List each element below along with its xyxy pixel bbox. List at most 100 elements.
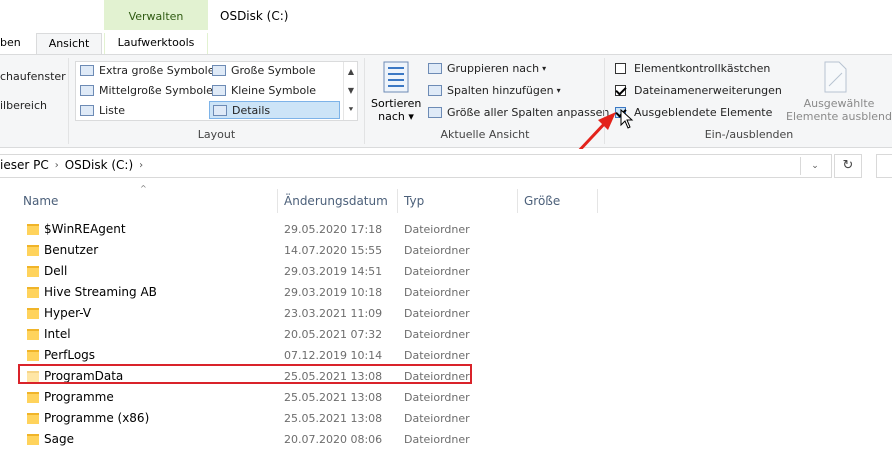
file-date: 23.03.2021 11:09 bbox=[284, 307, 383, 320]
folder-icon bbox=[27, 265, 39, 277]
column-header-size[interactable]: Größe bbox=[524, 189, 560, 213]
file-date: 25.05.2021 13:08 bbox=[284, 391, 383, 404]
file-date: 20.05.2021 07:32 bbox=[284, 328, 383, 341]
file-date: 29.05.2020 17:18 bbox=[284, 223, 383, 236]
file-type: Dateiordner bbox=[404, 244, 470, 257]
table-row[interactable]: Programme (x86) 25.05.2021 13:08 Dateior… bbox=[0, 408, 892, 429]
layout-extra-large-icons[interactable]: Extra große Symbole bbox=[80, 64, 214, 77]
chevron-right-icon[interactable]: › bbox=[55, 160, 59, 171]
layout-item-label: Große Symbole bbox=[231, 64, 316, 77]
file-extensions-toggle[interactable]: Dateinamenerweiterungen bbox=[615, 84, 782, 97]
add-columns-button[interactable]: Spalten hinzufügen ▾ bbox=[428, 84, 561, 97]
layout-details[interactable]: Details bbox=[209, 101, 340, 119]
table-row[interactable]: $WinREAgent 29.05.2020 17:18 Dateiordner bbox=[0, 219, 892, 240]
layout-item-label: Details bbox=[232, 103, 271, 117]
column-separator[interactable] bbox=[597, 189, 598, 213]
tab-share[interactable]: ben bbox=[0, 33, 30, 55]
file-name: Dell bbox=[44, 264, 68, 278]
gallery-scroll[interactable]: ▲ ▼ ⯆ bbox=[343, 62, 358, 120]
item-checkboxes-toggle[interactable]: Elementkontrollkästchen bbox=[615, 62, 770, 75]
folder-icon bbox=[27, 307, 39, 319]
gallery-more-icon[interactable]: ⯆ bbox=[344, 100, 358, 119]
breadcrumb-item-this-pc[interactable]: ieser PC bbox=[0, 158, 49, 172]
folder-icon bbox=[27, 244, 39, 256]
gallery-up-icon[interactable]: ▲ bbox=[344, 62, 358, 81]
medium-icons-icon bbox=[80, 85, 94, 96]
sort-up-icon: ^ bbox=[140, 184, 147, 193]
layout-small-icons[interactable]: Kleine Symbole bbox=[212, 84, 316, 97]
column-header-date[interactable]: Änderungsdatum bbox=[284, 189, 388, 213]
group-separator bbox=[364, 58, 365, 144]
highlight-box bbox=[18, 364, 472, 384]
add-columns-icon bbox=[428, 85, 442, 96]
column-header-name[interactable]: Name bbox=[23, 189, 58, 213]
window-title: OSDisk (C:) bbox=[220, 9, 289, 23]
hide-selected-button[interactable]: Ausgewählte Elemente ausblenden bbox=[786, 60, 892, 124]
file-type: Dateiordner bbox=[404, 433, 470, 446]
column-separator[interactable] bbox=[277, 189, 278, 213]
table-row[interactable]: Programme 25.05.2021 13:08 Dateiordner bbox=[0, 387, 892, 408]
file-type: Dateiordner bbox=[404, 307, 470, 320]
column-separator[interactable] bbox=[397, 189, 398, 213]
file-name: Hyper-V bbox=[44, 306, 92, 320]
file-type: Dateiordner bbox=[404, 223, 470, 236]
tab-view[interactable]: Ansicht bbox=[36, 33, 102, 55]
checkbox-label: Ausgeblendete Elemente bbox=[634, 106, 773, 119]
table-row[interactable]: Hive Streaming AB 29.03.2019 10:18 Datei… bbox=[0, 282, 892, 303]
folder-icon bbox=[27, 286, 39, 298]
folder-icon bbox=[27, 391, 39, 403]
chevron-down-icon: ▾ bbox=[556, 86, 561, 95]
layout-list[interactable]: Liste bbox=[80, 104, 125, 117]
extra-large-icons-icon bbox=[80, 65, 94, 76]
item-checkboxes-checkbox[interactable] bbox=[615, 63, 626, 74]
small-icons-icon bbox=[212, 85, 226, 96]
table-row[interactable]: Sage 20.07.2020 08:06 Dateiordner bbox=[0, 429, 892, 450]
sort-by-button[interactable]: Sortieren nach ▾ bbox=[371, 60, 421, 124]
column-separator[interactable] bbox=[517, 189, 518, 213]
gallery-down-icon[interactable]: ▼ bbox=[344, 81, 358, 100]
breadcrumb-item-osdisk[interactable]: OSDisk (C:) bbox=[65, 158, 133, 172]
table-row[interactable]: Hyper-V 23.03.2021 11:09 Dateiordner bbox=[0, 303, 892, 324]
file-extensions-checkbox[interactable] bbox=[615, 85, 626, 96]
folder-icon bbox=[27, 328, 39, 340]
file-date: 29.03.2019 10:18 bbox=[284, 286, 383, 299]
hidden-items-toggle[interactable]: Ausgeblendete Elemente bbox=[615, 106, 772, 119]
chevron-right-icon[interactable]: › bbox=[139, 160, 143, 171]
hide-selected-label: Ausgewählte bbox=[803, 97, 875, 110]
details-icon bbox=[213, 104, 227, 116]
file-type: Dateiordner bbox=[404, 286, 470, 299]
file-date: 25.05.2021 13:08 bbox=[284, 412, 383, 425]
file-date: 07.12.2019 10:14 bbox=[284, 349, 383, 362]
group-by-button[interactable]: Gruppieren nach ▾ bbox=[428, 62, 546, 75]
group-by-icon bbox=[428, 63, 442, 74]
add-columns-label: Spalten hinzufügen bbox=[447, 84, 554, 97]
large-icons-icon bbox=[212, 65, 226, 76]
folder-icon bbox=[27, 412, 39, 424]
file-name: Intel bbox=[44, 327, 71, 341]
tab-drive-tools[interactable]: Laufwerktools bbox=[104, 33, 208, 55]
file-date: 20.07.2020 08:06 bbox=[284, 433, 383, 446]
layout-medium-icons[interactable]: Mittelgroße Symbole bbox=[80, 84, 213, 97]
file-type: Dateiordner bbox=[404, 328, 470, 341]
group-label-show-hide: Ein-/ausblenden bbox=[704, 128, 794, 141]
file-name: $WinREAgent bbox=[44, 222, 126, 236]
layout-item-label: Extra große Symbole bbox=[99, 64, 215, 77]
layout-large-icons[interactable]: Große Symbole bbox=[212, 64, 315, 77]
details-pane-button[interactable]: ilbereich bbox=[0, 99, 47, 112]
search-input[interactable] bbox=[876, 154, 892, 178]
table-row[interactable]: Intel 20.05.2021 07:32 Dateiordner bbox=[0, 324, 892, 345]
address-dropdown-icon[interactable]: ⌄ bbox=[800, 157, 829, 175]
folder-icon bbox=[27, 433, 39, 445]
sort-by-label-2: nach ▾ bbox=[378, 110, 414, 123]
file-type: Dateiordner bbox=[404, 265, 470, 278]
refresh-icon[interactable]: ↻ bbox=[834, 154, 862, 178]
table-row[interactable]: Benutzer 14.07.2020 15:55 Dateiordner bbox=[0, 240, 892, 261]
table-row[interactable]: PerfLogs 07.12.2019 10:14 Dateiordner bbox=[0, 345, 892, 366]
checkbox-label: Elementkontrollkästchen bbox=[634, 62, 771, 75]
file-date: 29.03.2019 14:51 bbox=[284, 265, 383, 278]
navigation-pane-button[interactable]: chaufenster bbox=[0, 70, 66, 83]
layout-item-label: Kleine Symbole bbox=[231, 84, 317, 97]
group-separator bbox=[68, 58, 69, 144]
table-row[interactable]: Dell 29.03.2019 14:51 Dateiordner bbox=[0, 261, 892, 282]
column-header-type[interactable]: Typ bbox=[404, 189, 424, 213]
